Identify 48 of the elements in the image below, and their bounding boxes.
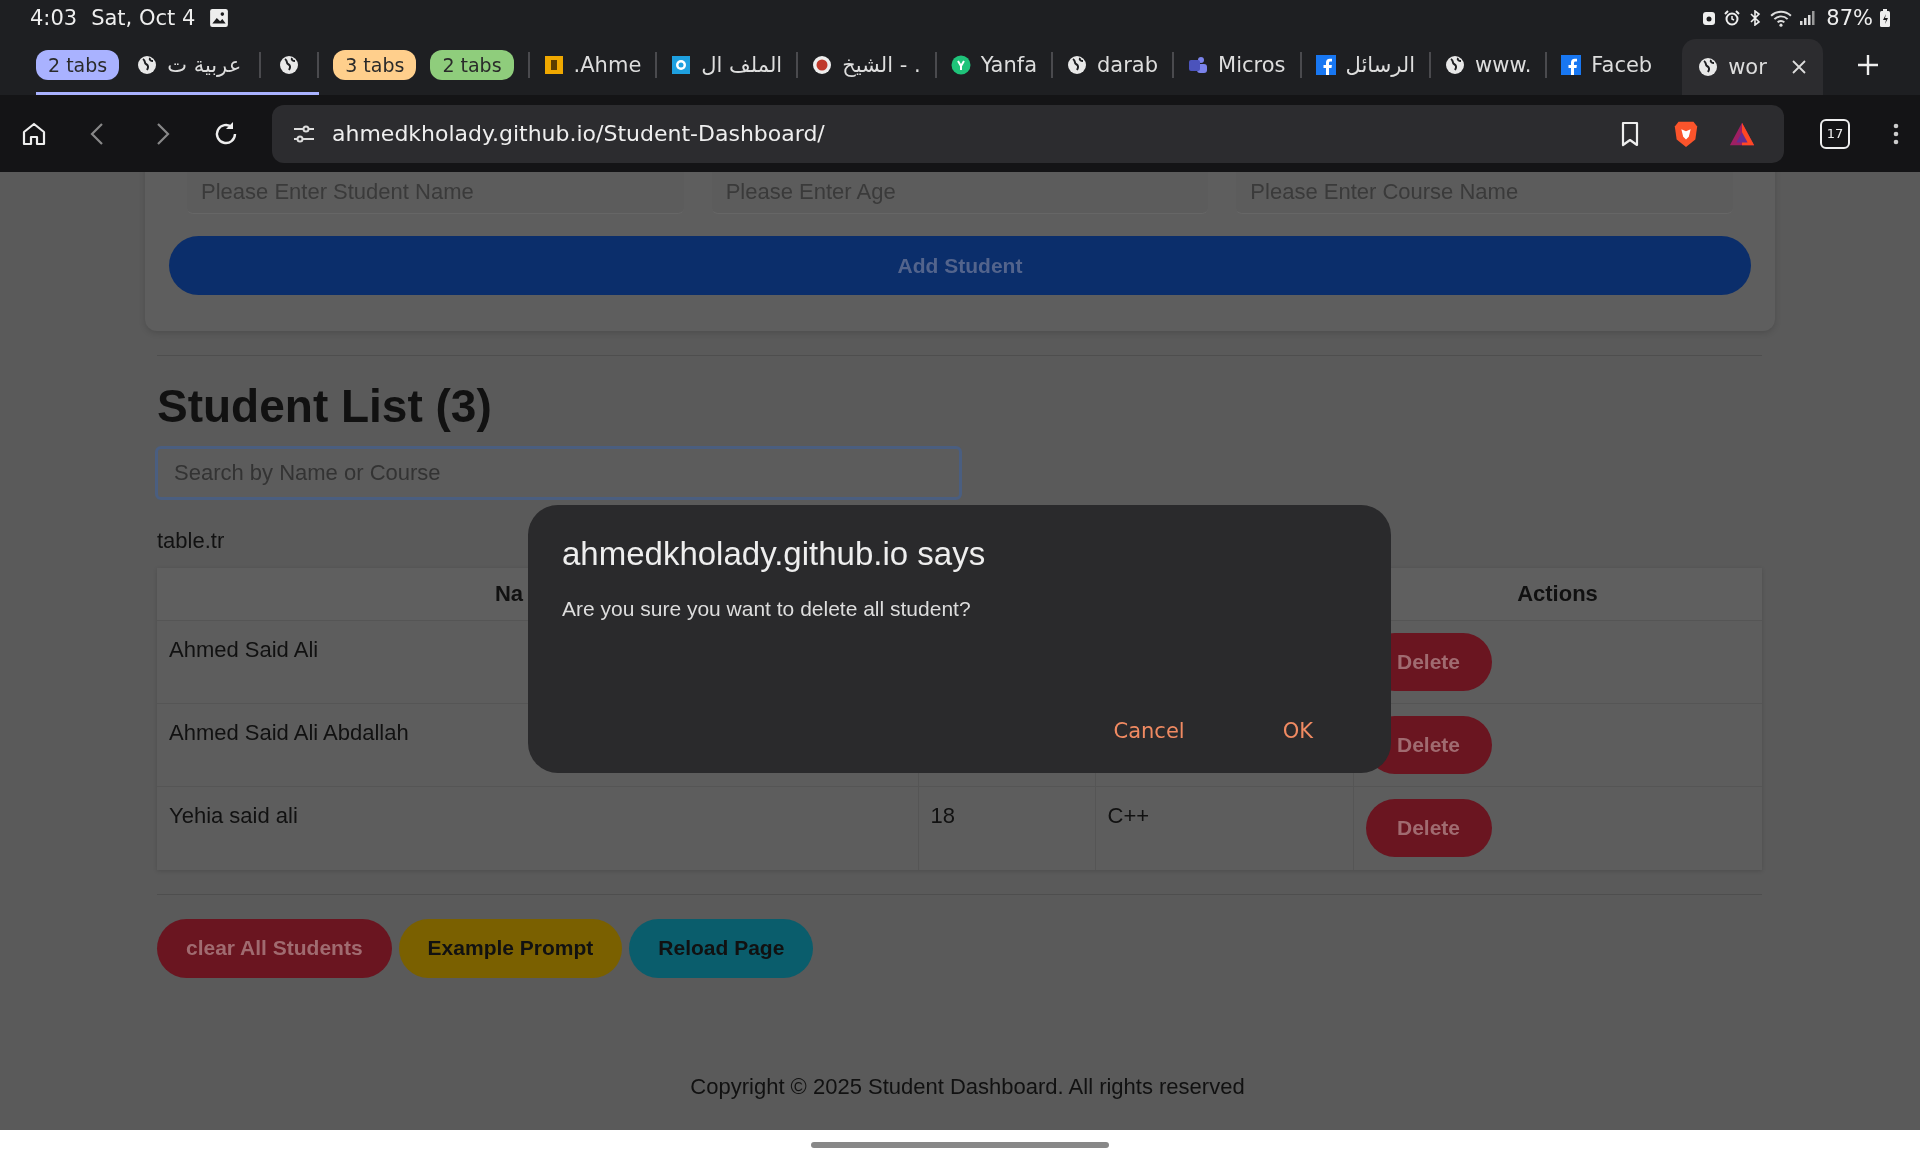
status-time: 4:03 (30, 5, 78, 30)
url-text: ahmedkholady.github.io/Student-Dashboard/ (332, 121, 825, 146)
gesture-handle[interactable] (811, 1142, 1109, 1148)
browser-tab[interactable]: الشيخ - . (798, 39, 935, 91)
circle-icon (812, 55, 833, 75)
browser-tab[interactable]: darab (1053, 39, 1173, 91)
browser-tab[interactable]: Faceb (1547, 39, 1667, 91)
battery-icon (1880, 8, 1890, 27)
browser-tab[interactable]: Micros (1174, 39, 1300, 91)
image-icon (209, 7, 230, 28)
status-date: Sat, Oct 4 (91, 5, 196, 30)
globe-icon (279, 55, 300, 75)
list-heading: Student List (3) (157, 379, 493, 434)
new-tab-icon[interactable] (1856, 54, 1879, 76)
tab-group-chip[interactable]: 2 tabs (36, 50, 120, 80)
table-cell: C++ (1095, 786, 1353, 870)
close-icon[interactable] (1790, 59, 1807, 75)
globe-icon (1445, 55, 1466, 75)
globe-icon (1698, 57, 1719, 77)
footer-text: Copyright © 2025 Student Dashboard. All rights reserved (689, 1073, 1246, 1100)
tab-group-chip[interactable]: 2 tabs (430, 50, 514, 80)
lion-icon[interactable] (1672, 119, 1700, 148)
browser-tab[interactable]: الملف ال (657, 39, 797, 91)
browser-tab[interactable]: الرسائل (1301, 39, 1430, 91)
battery-percent: 87% (1826, 5, 1873, 30)
tab-count-button[interactable]: 17 (1820, 118, 1850, 149)
dialog-button[interactable]: OK (1258, 709, 1337, 753)
browser-tab[interactable]: www. (1431, 39, 1546, 91)
table-cell: 18 (918, 786, 1095, 870)
browser-tab[interactable]: عربية ت (119, 39, 260, 91)
globe-icon (1067, 55, 1087, 75)
debug-text: table.tr (157, 528, 226, 554)
people-icon (1188, 55, 1209, 75)
dialog-button[interactable]: Cancel (1089, 709, 1209, 753)
browser-tab[interactable]: .Ahme (529, 39, 656, 91)
signal-icon (1799, 9, 1816, 26)
facebook-icon (1315, 55, 1336, 75)
address-bar[interactable]: ahmedkholady.github.io/Student-Dashboard/ (272, 104, 1784, 163)
square-icon (543, 55, 564, 75)
facebook-icon (1561, 55, 1582, 75)
browser-tab[interactable]: wor (1682, 39, 1823, 95)
globe-icon (137, 55, 158, 75)
circle-icon (950, 55, 971, 75)
browser-tab[interactable]: Yanfa (936, 39, 1051, 91)
table-cell: Yehia said ali (157, 786, 918, 870)
wifi-icon (1770, 8, 1793, 27)
tab-group-chip[interactable]: 3 tabs (333, 50, 417, 80)
alarm-icon (1724, 9, 1741, 26)
